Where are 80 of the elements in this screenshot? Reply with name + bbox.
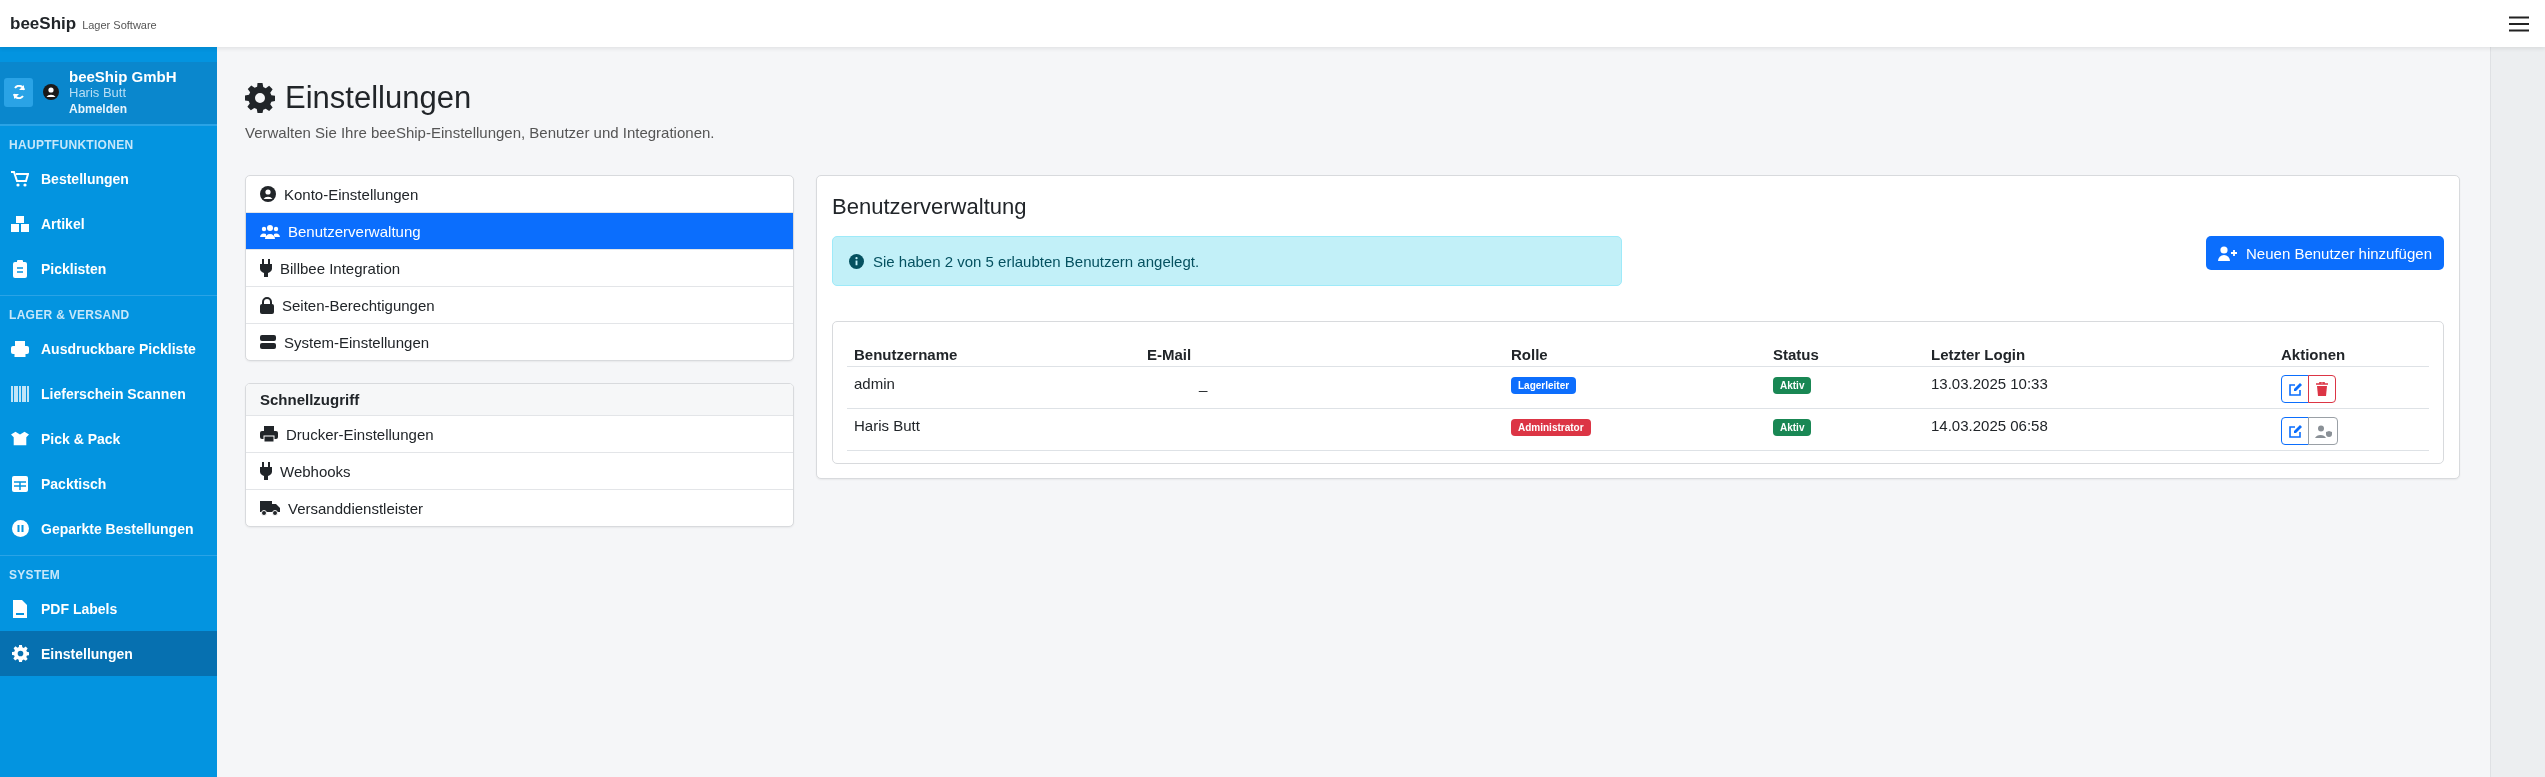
panel-title: Benutzerverwaltung bbox=[832, 194, 1028, 220]
server-icon bbox=[260, 334, 276, 350]
printer-icon bbox=[11, 340, 29, 357]
table-cell-text: 13.03.2025 10:33 bbox=[1931, 375, 2049, 392]
menu-icon[interactable] bbox=[2509, 15, 2529, 32]
column-header: Benutzername bbox=[854, 346, 959, 363]
page-subtitle: Verwalten Sie Ihre beeShip-Einstellungen, Benutzer und Integrationen. bbox=[245, 124, 716, 141]
settings-icon bbox=[245, 83, 275, 113]
role-badge: Administrator bbox=[1511, 419, 1591, 436]
alert-text: Sie haben 2 von 5 erlaubten Benutzern angelegt. bbox=[873, 252, 1200, 270]
user-shield-icon bbox=[2314, 424, 2332, 438]
plug-icon bbox=[260, 462, 272, 480]
printer-icon bbox=[260, 426, 278, 442]
sidebar-item[interactable]: Artikel bbox=[0, 201, 217, 246]
table-cell-text: admin bbox=[854, 375, 896, 392]
column-header: Letzter Login bbox=[1931, 346, 2027, 363]
trash-icon bbox=[2316, 382, 2328, 396]
sidebar-item[interactable]: Pick & Pack bbox=[0, 416, 217, 461]
sidebar-item[interactable]: Picklisten bbox=[0, 246, 217, 291]
sidebar-item[interactable]: Lieferschein Scannen bbox=[0, 371, 217, 416]
logout-link[interactable]: Abmelden bbox=[69, 102, 177, 116]
user-circle-icon bbox=[43, 84, 59, 100]
sidebar-item[interactable]: Geparkte Bestellungen bbox=[0, 506, 217, 551]
user-shield-button[interactable] bbox=[2308, 417, 2338, 445]
sidebar-item[interactable]: Ausdruckbare Pickliste bbox=[0, 326, 217, 371]
plug-icon bbox=[260, 259, 272, 277]
barcode-icon bbox=[11, 385, 29, 402]
table-cell-text: _ bbox=[1197, 374, 1208, 392]
settings-menu-item[interactable]: Konto-Einstellungen bbox=[246, 176, 793, 212]
card-header: Schnellzugriff bbox=[246, 384, 793, 415]
section-title: HAUPTFUNKTIONEN bbox=[8, 138, 135, 154]
users-icon bbox=[260, 223, 280, 239]
brand-name: beeShip bbox=[10, 13, 77, 34]
table-icon bbox=[12, 475, 28, 492]
delete-button[interactable] bbox=[2308, 375, 2336, 403]
section-title: SYSTEM bbox=[8, 568, 62, 584]
sync-button[interactable] bbox=[4, 77, 33, 107]
status-badge: Aktiv bbox=[1773, 419, 1812, 436]
settings-menu-item[interactable]: System-Einstellungen bbox=[246, 323, 793, 360]
sync-icon bbox=[11, 85, 26, 99]
sidebar-item[interactable]: Bestellungen bbox=[0, 156, 217, 201]
pdf-file-icon bbox=[13, 599, 27, 618]
settings-menu-item[interactable]: Seiten-Berechtigungen bbox=[246, 286, 793, 323]
settings-menu-item[interactable]: Benutzerverwaltung bbox=[246, 212, 793, 249]
settings-menu-item[interactable]: Billbee Integration bbox=[246, 249, 793, 286]
quick-access-item[interactable]: Versanddienstleister bbox=[246, 489, 793, 526]
column-header: E-Mail bbox=[1147, 346, 1193, 363]
quick-access-item[interactable]: Webhooks bbox=[246, 452, 793, 489]
add-user-button[interactable]: Neuen Benutzer hinzufügen bbox=[2206, 236, 2444, 270]
cart-icon bbox=[11, 170, 29, 187]
status-badge: Aktiv bbox=[1773, 377, 1812, 394]
user-plus-icon bbox=[2218, 245, 2238, 261]
role-badge: Lagerleiter bbox=[1511, 377, 1577, 394]
sidebar-item[interactable]: Einstellungen bbox=[0, 631, 217, 676]
section-title: LAGER & VERSAND bbox=[8, 308, 131, 324]
user-name: Haris Butt bbox=[69, 85, 128, 100]
column-header: Rolle bbox=[1511, 346, 1549, 363]
pause-icon bbox=[11, 520, 29, 537]
quick-access-item[interactable]: Drucker-Einstellungen bbox=[246, 415, 793, 452]
info-icon bbox=[849, 253, 864, 269]
boxes-icon bbox=[11, 215, 29, 232]
edit-icon bbox=[2288, 382, 2302, 396]
edit-icon bbox=[2288, 424, 2302, 438]
column-header: Status bbox=[1773, 346, 1820, 363]
page-title: Einstellungen bbox=[285, 80, 472, 116]
settings-icon bbox=[11, 645, 29, 662]
truck-icon bbox=[260, 500, 280, 516]
scrollbar-track[interactable] bbox=[2490, 47, 2545, 777]
lock-icon bbox=[260, 296, 274, 314]
brand-subtitle: Lager Software bbox=[82, 18, 157, 31]
company-name: beeShip GmbH bbox=[69, 68, 177, 85]
sidebar-item[interactable]: Packtisch bbox=[0, 461, 217, 506]
table-cell-text: 14.03.2025 06:58 bbox=[1931, 417, 2049, 434]
sidebar-item[interactable]: PDF Labels bbox=[0, 586, 217, 631]
column-header: Aktionen bbox=[2281, 346, 2347, 363]
table-cell-text: Haris Butt bbox=[854, 417, 921, 434]
edit-button[interactable] bbox=[2281, 417, 2309, 445]
user-circle-icon bbox=[260, 186, 276, 202]
clipboard-icon bbox=[13, 259, 27, 278]
edit-button[interactable] bbox=[2281, 375, 2309, 403]
